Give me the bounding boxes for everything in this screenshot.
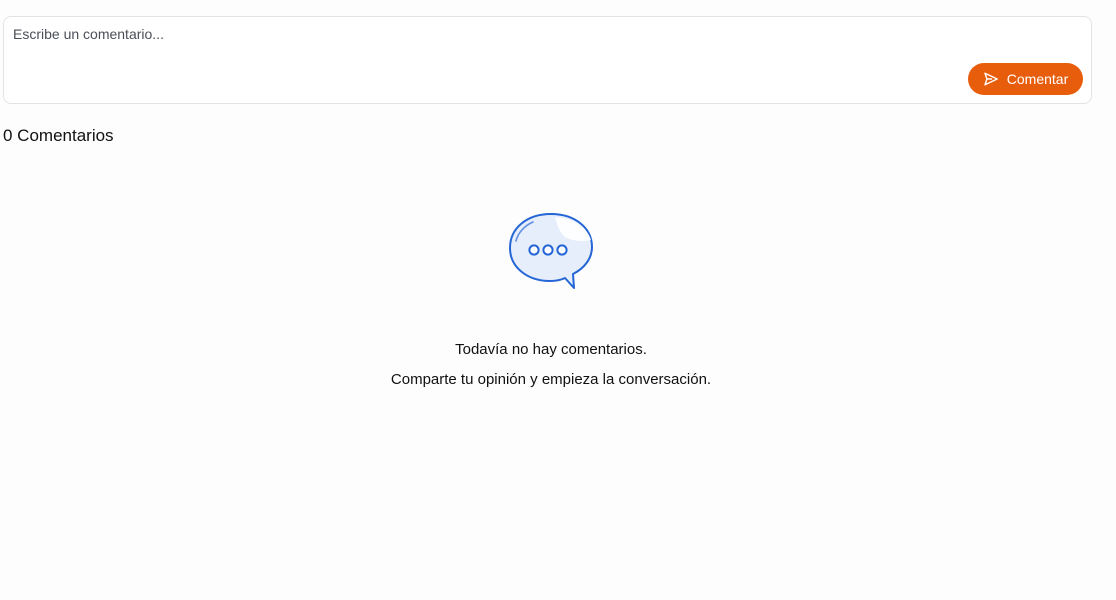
empty-state-title: Todavía no hay comentarios.: [455, 341, 647, 358]
chat-bubble-icon: [505, 210, 597, 296]
comment-submit-label: Comentar: [1006, 71, 1069, 87]
comment-composer: Comentar: [3, 16, 1092, 104]
send-icon: [983, 71, 999, 87]
comment-submit-button[interactable]: Comentar: [968, 63, 1083, 95]
comment-input[interactable]: [13, 26, 913, 66]
empty-state: Todavía no hay comentarios. Comparte tu …: [0, 210, 1102, 388]
comment-count: 0 Comentarios: [3, 126, 114, 145]
empty-state-subtitle: Comparte tu opinión y empieza la convers…: [390, 371, 712, 388]
